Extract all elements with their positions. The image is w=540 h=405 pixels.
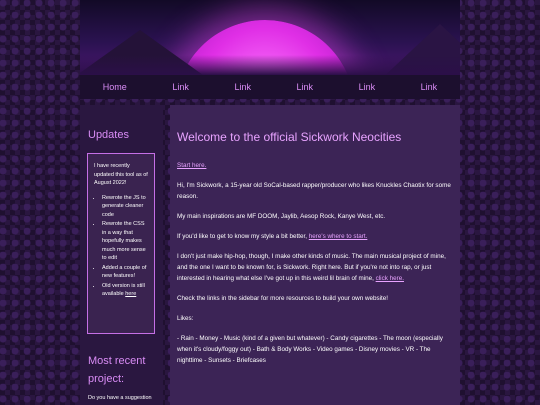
page-title: Welcome to the official Sickwork Neociti… <box>177 130 402 144</box>
updates-list: Rewrote the JS to generate cleaner code … <box>94 194 149 299</box>
intro-paragraph: Hi, I'm Sickwork, a 15-year old SoCal-ba… <box>177 182 451 201</box>
recent-project-heading: Most recent project: <box>88 355 146 385</box>
nav-link-3[interactable]: Link <box>297 82 314 92</box>
update-item: Rewrote the CSS in a way that hopefully … <box>102 220 149 263</box>
update-item: Added a couple of new features! <box>102 264 149 281</box>
style-paragraph: If you'd like to get to know my style a … <box>177 231 452 242</box>
updates-box: I have recently updated this tool as of … <box>87 153 155 334</box>
links-paragraph: Check the links in the sidebar for more … <box>177 295 389 303</box>
updates-intro: I have recently updated this tool as of … <box>94 163 148 187</box>
update-item-old-version: Old version is still available here <box>102 282 149 299</box>
sidebar: Updates I have recently updated this too… <box>80 105 163 405</box>
main-content: Welcome to the official Sickwork Neociti… <box>170 105 460 405</box>
inspirations-paragraph: My main inspirations are MF DOOM, Jaylib… <box>177 213 386 221</box>
nav-link-2[interactable]: Link <box>234 82 251 92</box>
music-text: I don't just make hip-hop, though, I mak… <box>177 253 446 283</box>
old-version-text: Old version is still available <box>102 282 145 298</box>
other-music-link[interactable]: click here. <box>376 275 404 282</box>
horizon-glow <box>80 55 460 75</box>
nav-link-5[interactable]: Link <box>421 82 438 92</box>
likes-list: - Rain - Money - Music (kind of a given … <box>177 335 443 365</box>
style-text: If you'd like to get to know my style a … <box>177 233 309 241</box>
nav-link-1[interactable]: Link <box>172 82 189 92</box>
start-here-link[interactable]: Start here. <box>177 162 206 169</box>
music-paragraph: I don't just make hip-hop, though, I mak… <box>177 251 452 284</box>
suggestion-text: Do you have a suggestion <box>88 395 152 401</box>
page-container: Home Link Link Link Link Link Updates I … <box>80 0 460 405</box>
likes-label: Likes: <box>177 315 194 323</box>
nav-link-4[interactable]: Link <box>359 82 376 92</box>
top-nav: Home Link Link Link Link Link <box>80 75 460 99</box>
update-item: Rewrote the JS to generate cleaner code <box>102 194 149 220</box>
old-version-link[interactable]: here <box>125 291 136 297</box>
style-link[interactable]: here's where to start. <box>309 233 368 240</box>
updates-heading: Updates <box>88 129 129 141</box>
header-banner <box>80 0 460 75</box>
nav-home[interactable]: Home <box>103 82 127 92</box>
